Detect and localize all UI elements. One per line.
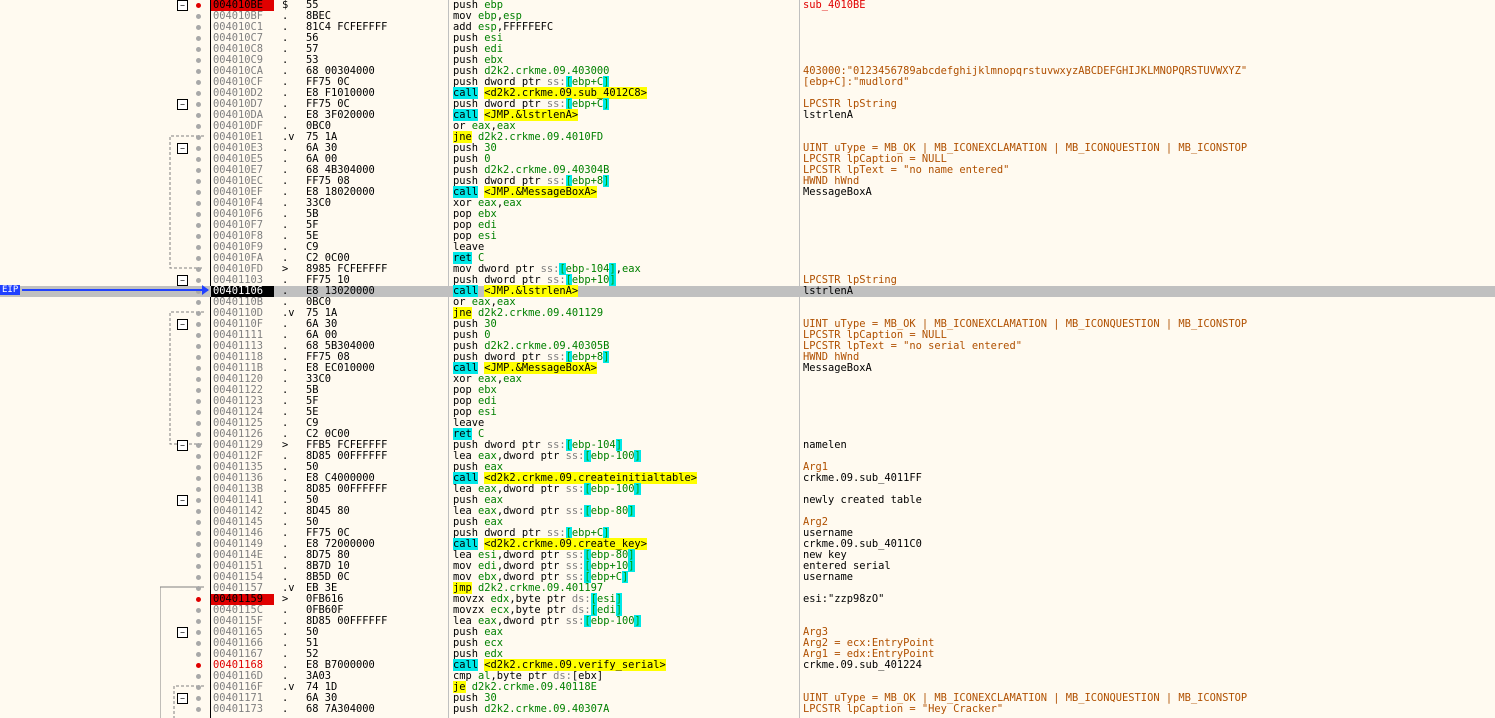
collapse-toggle-icon[interactable]: − — [177, 440, 188, 451]
eip-label: EIP — [0, 285, 21, 295]
breakpoint-dot-icon[interactable] — [196, 135, 201, 140]
breakpoint-dot-icon[interactable] — [196, 553, 201, 558]
breakpoint-dot-icon[interactable] — [196, 300, 201, 305]
breakpoint-dot-icon[interactable] — [196, 542, 201, 547]
opcode-bytes: 68 7A304000 — [306, 703, 375, 715]
breakpoint-dot-icon[interactable] — [196, 696, 201, 701]
breakpoint-dot-icon[interactable] — [196, 487, 201, 492]
breakpoint-dot-icon[interactable] — [196, 366, 201, 371]
breakpoint-dot-icon[interactable] — [196, 575, 201, 580]
comment: lstrlenA — [803, 285, 854, 297]
breakpoint-dot-icon[interactable] — [196, 509, 201, 514]
breakpoint-dot-icon[interactable] — [196, 410, 201, 415]
address: 00401173 — [213, 703, 264, 715]
comment: esi:"zzp98zO" — [803, 593, 885, 605]
breakpoint-dot-icon[interactable] — [196, 652, 201, 657]
comment: crkme.09.sub_401224 — [803, 659, 922, 671]
breakpoint-dot-icon[interactable] — [196, 69, 201, 74]
comment: MessageBoxA — [803, 362, 872, 374]
breakpoint-dot-icon[interactable] — [196, 256, 201, 261]
comment: [ebp+C]:"mudlord" — [803, 76, 910, 88]
breakpoint-dot-icon[interactable] — [196, 421, 201, 426]
collapse-toggle-icon[interactable]: − — [177, 495, 188, 506]
breakpoint-dot-icon[interactable] — [196, 355, 201, 360]
breakpoint-dot-icon[interactable] — [196, 707, 201, 712]
breakpoint-dot-icon[interactable] — [196, 333, 201, 338]
breakpoint-dot-icon[interactable] — [196, 399, 201, 404]
comment: lstrlenA — [803, 109, 854, 121]
collapse-toggle-icon[interactable]: − — [177, 275, 188, 286]
collapse-toggle-icon[interactable]: − — [177, 143, 188, 154]
breakpoint-dot-icon[interactable] — [196, 608, 201, 613]
collapse-toggle-icon[interactable]: − — [177, 319, 188, 330]
breakpoint-dot-icon[interactable] — [196, 531, 201, 536]
collapse-toggle-icon[interactable]: − — [177, 99, 188, 110]
breakpoint-dot-icon[interactable] — [196, 146, 201, 151]
disasm-row[interactable]: 00401173. 68 7A304000 push d2k2.crkme.09.4… — [0, 704, 1495, 715]
breakpoint-dot-icon[interactable] — [196, 25, 201, 30]
breakpoint-dot-icon[interactable] — [196, 47, 201, 52]
breakpoint-dot-icon[interactable] — [196, 168, 201, 173]
breakpoint-dot-icon[interactable] — [196, 630, 201, 635]
comment: LPCSTR lpCaption = "Hey Cracker" — [803, 703, 1004, 715]
breakpoint-dot-icon[interactable] — [196, 190, 201, 195]
jump-marker: . — [282, 703, 289, 715]
breakpoint-dot-icon[interactable] — [196, 223, 201, 228]
breakpoint-dot-icon[interactable] — [196, 454, 201, 459]
breakpoint-dot-icon[interactable] — [196, 3, 201, 8]
eip-arrow-icon — [22, 289, 208, 291]
comment: crkme.09.sub_4011FF — [803, 472, 922, 484]
breakpoint-dot-icon[interactable] — [196, 311, 201, 316]
breakpoint-dot-icon[interactable] — [196, 641, 201, 646]
breakpoint-dot-icon[interactable] — [196, 234, 201, 239]
breakpoint-dot-icon[interactable] — [196, 388, 201, 393]
breakpoint-dot-icon[interactable] — [196, 619, 201, 624]
breakpoint-dot-icon[interactable] — [196, 212, 201, 217]
breakpoint-dot-icon[interactable] — [196, 36, 201, 41]
comment: namelen — [803, 439, 847, 451]
instruction: push d2k2.crkme.09.40307A — [453, 703, 610, 715]
breakpoint-dot-icon[interactable] — [196, 663, 201, 668]
breakpoint-dot-icon[interactable] — [196, 685, 201, 690]
comment: sub_4010BE — [803, 0, 866, 11]
breakpoint-dot-icon[interactable] — [196, 91, 201, 96]
breakpoint-dot-icon[interactable] — [196, 58, 201, 63]
breakpoint-dot-icon[interactable] — [196, 377, 201, 382]
breakpoint-dot-icon[interactable] — [196, 498, 201, 503]
breakpoint-dot-icon[interactable] — [196, 278, 201, 283]
collapse-toggle-icon[interactable]: − — [177, 627, 188, 638]
comment: username — [803, 571, 854, 583]
comment: newly created table — [803, 494, 922, 506]
breakpoint-dot-icon[interactable] — [196, 597, 201, 602]
breakpoint-dot-icon[interactable] — [196, 564, 201, 569]
breakpoint-dot-icon[interactable] — [196, 465, 201, 470]
breakpoint-dot-icon[interactable] — [196, 102, 201, 107]
comment: MessageBoxA — [803, 186, 872, 198]
breakpoint-dot-icon[interactable] — [196, 157, 201, 162]
collapse-toggle-icon[interactable]: − — [177, 693, 188, 704]
breakpoint-dot-icon[interactable] — [196, 201, 201, 206]
breakpoint-dot-icon[interactable] — [196, 443, 201, 448]
breakpoint-dot-icon[interactable] — [196, 113, 201, 118]
collapse-toggle-icon[interactable]: − — [177, 0, 188, 11]
breakpoint-dot-icon[interactable] — [196, 586, 201, 591]
breakpoint-dot-icon[interactable] — [196, 179, 201, 184]
breakpoint-dot-icon[interactable] — [196, 476, 201, 481]
breakpoint-dot-icon[interactable] — [196, 14, 201, 19]
breakpoint-dot-icon[interactable] — [196, 124, 201, 129]
breakpoint-dot-icon[interactable] — [196, 245, 201, 250]
breakpoint-dot-icon[interactable] — [196, 80, 201, 85]
breakpoint-dot-icon[interactable] — [196, 267, 201, 272]
breakpoint-dot-icon[interactable] — [196, 322, 201, 327]
breakpoint-dot-icon[interactable] — [196, 520, 201, 525]
breakpoint-dot-icon[interactable] — [196, 674, 201, 679]
breakpoint-dot-icon[interactable] — [196, 432, 201, 437]
eip-arrow-head-icon — [202, 285, 209, 295]
breakpoint-dot-icon[interactable] — [196, 344, 201, 349]
